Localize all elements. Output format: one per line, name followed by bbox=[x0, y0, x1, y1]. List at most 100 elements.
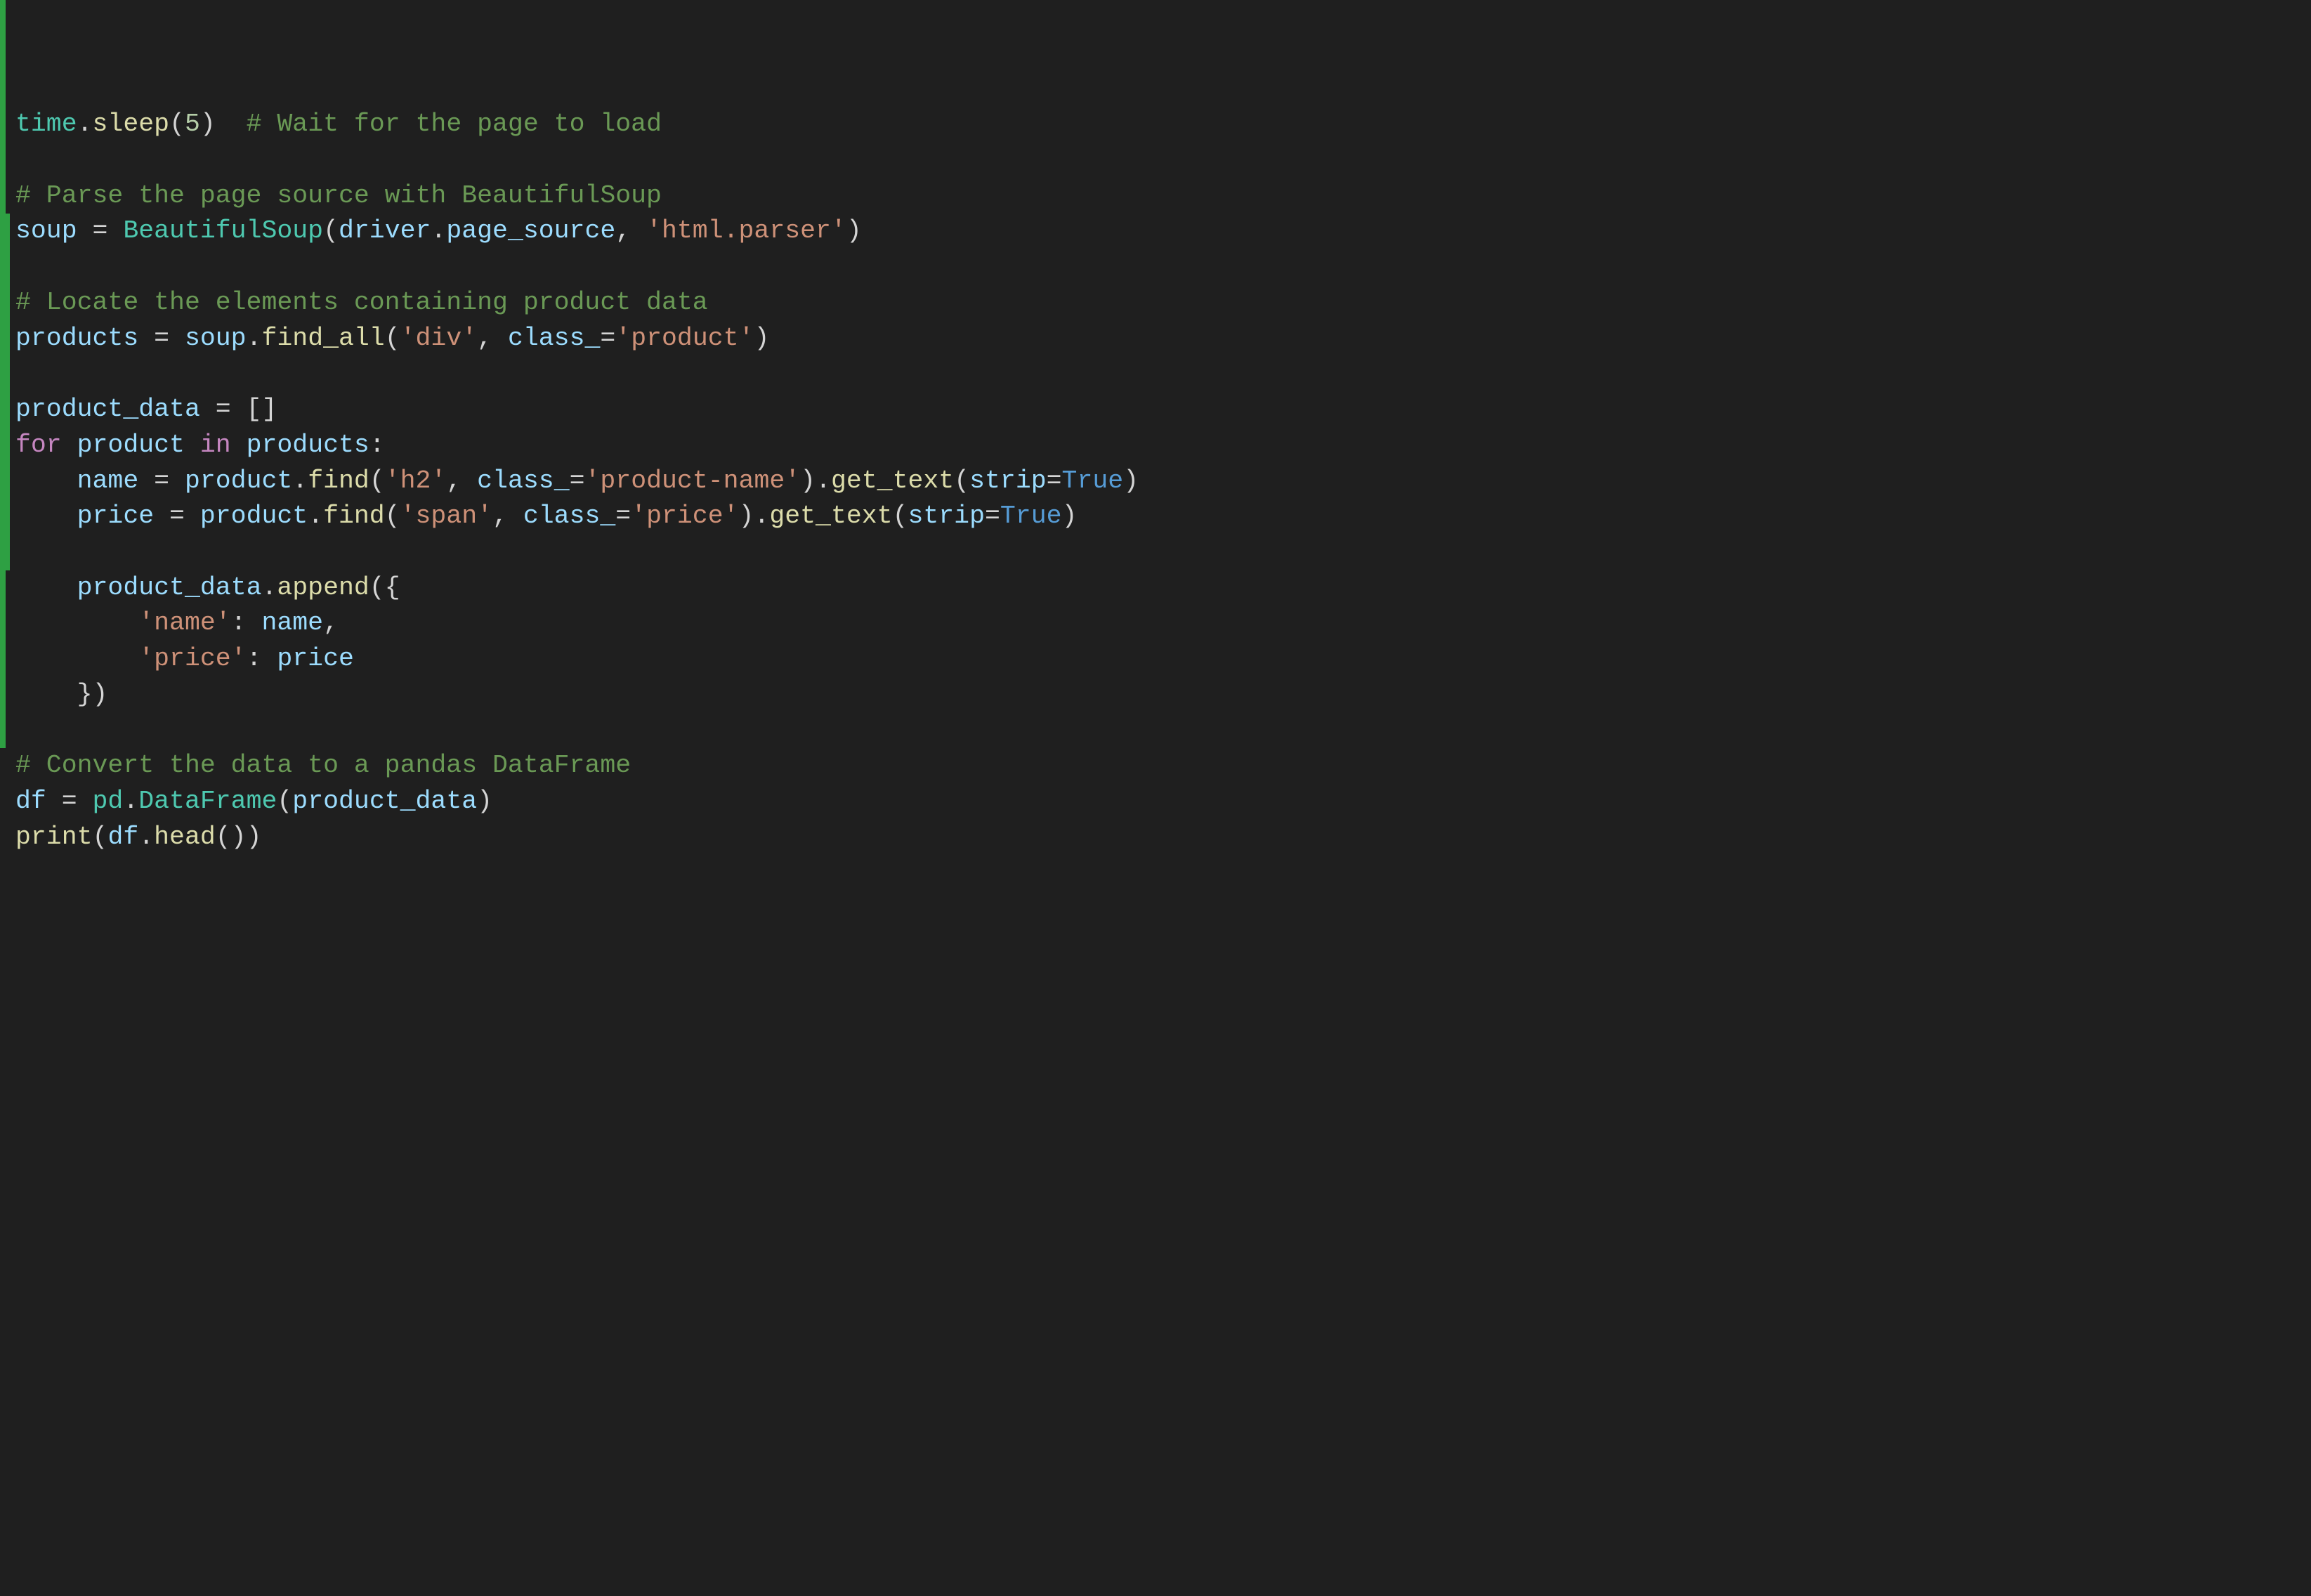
code-token: find_all bbox=[261, 324, 384, 353]
code-line[interactable]: name = product.find('h2', class_='produc… bbox=[15, 464, 2311, 499]
code-token: : bbox=[231, 608, 262, 637]
code-token: ) bbox=[1123, 466, 1139, 495]
code-token bbox=[15, 608, 138, 637]
code-line[interactable]: 'name': name, bbox=[15, 606, 2311, 641]
code-token: ) bbox=[754, 324, 769, 353]
code-line[interactable] bbox=[15, 713, 2311, 749]
code-line[interactable] bbox=[15, 249, 2311, 285]
code-token: True bbox=[1062, 466, 1124, 495]
code-line[interactable]: price = product.find('span', class_='pri… bbox=[15, 499, 2311, 535]
code-token: = bbox=[62, 787, 93, 816]
code-line[interactable]: }) bbox=[15, 677, 2311, 713]
code-line[interactable]: product_data.append({ bbox=[15, 570, 2311, 606]
code-token: . bbox=[308, 502, 323, 530]
code-token: products bbox=[247, 431, 369, 459]
diff-added-marker bbox=[0, 0, 6, 214]
code-token: ( bbox=[385, 324, 400, 353]
code-token: df bbox=[15, 787, 62, 816]
code-token: = bbox=[169, 502, 200, 530]
code-token: product_data bbox=[77, 573, 262, 602]
code-line[interactable]: # Parse the page source with BeautifulSo… bbox=[15, 178, 2311, 214]
code-token: class_ bbox=[477, 466, 569, 495]
code-token: ). bbox=[739, 502, 770, 530]
code-token: 'div' bbox=[400, 324, 478, 353]
code-token: ) bbox=[477, 787, 492, 816]
code-token: product bbox=[200, 502, 308, 530]
code-token: . bbox=[292, 466, 308, 495]
code-token: ( bbox=[169, 110, 185, 138]
code-token: pd bbox=[93, 787, 124, 816]
code-token: . bbox=[261, 573, 277, 602]
code-token bbox=[15, 466, 77, 495]
code-token: print bbox=[15, 823, 93, 851]
code-token: soup bbox=[185, 324, 247, 353]
code-token bbox=[15, 573, 77, 602]
code-token: 'span' bbox=[400, 502, 492, 530]
code-token: : bbox=[369, 431, 385, 459]
code-token: sleep bbox=[93, 110, 170, 138]
code-token: ( bbox=[277, 787, 292, 816]
code-token: 'product-name' bbox=[585, 466, 801, 495]
code-token: products bbox=[15, 324, 154, 353]
code-token: DataFrame bbox=[138, 787, 277, 816]
diff-gutter bbox=[0, 0, 10, 891]
code-token bbox=[15, 644, 138, 673]
code-token: . bbox=[123, 787, 138, 816]
code-token: = bbox=[93, 216, 124, 245]
code-token: name bbox=[261, 608, 323, 637]
code-area[interactable]: time.sleep(5) # Wait for the page to loa… bbox=[0, 107, 2311, 855]
code-token: = bbox=[570, 466, 585, 495]
code-token: , bbox=[615, 216, 646, 245]
code-token: get_text bbox=[831, 466, 954, 495]
code-token: }) bbox=[15, 680, 107, 709]
code-line[interactable] bbox=[15, 356, 2311, 392]
code-token: class_ bbox=[523, 502, 615, 530]
code-line[interactable]: df = pd.DataFrame(product_data) bbox=[15, 784, 2311, 820]
code-line[interactable]: time.sleep(5) # Wait for the page to loa… bbox=[15, 107, 2311, 143]
code-token: # Convert the data to a pandas DataFrame bbox=[15, 751, 631, 780]
code-token: . bbox=[138, 823, 154, 851]
code-line[interactable]: product_data = [] bbox=[15, 392, 2311, 428]
code-token: ) bbox=[846, 216, 862, 245]
code-line[interactable]: # Convert the data to a pandas DataFrame bbox=[15, 748, 2311, 784]
code-token: True bbox=[1000, 502, 1062, 530]
code-line[interactable]: products = soup.find_all('div', class_='… bbox=[15, 321, 2311, 357]
diff-added-marker bbox=[0, 570, 6, 749]
code-token: = [] bbox=[216, 395, 277, 424]
code-token: ). bbox=[800, 466, 831, 495]
code-token: ( bbox=[893, 502, 908, 530]
code-token: = bbox=[985, 502, 1000, 530]
code-token: class_ bbox=[508, 324, 600, 353]
code-token: ( bbox=[385, 502, 400, 530]
code-token: 'price' bbox=[631, 502, 738, 530]
code-token: strip bbox=[908, 502, 985, 530]
code-token: in bbox=[200, 431, 247, 459]
code-token: = bbox=[600, 324, 615, 353]
code-token: # Wait for the page to load bbox=[247, 110, 662, 138]
code-token: product bbox=[185, 466, 292, 495]
code-editor[interactable]: time.sleep(5) # Wait for the page to loa… bbox=[0, 0, 2311, 891]
code-token: ) bbox=[1062, 502, 1078, 530]
code-line[interactable]: for product in products: bbox=[15, 428, 2311, 464]
code-token: 'html.parser' bbox=[646, 216, 846, 245]
code-line[interactable] bbox=[15, 535, 2311, 570]
code-line[interactable] bbox=[15, 143, 2311, 178]
code-line[interactable]: print(df.head()) bbox=[15, 820, 2311, 856]
code-token: 5 bbox=[185, 110, 200, 138]
code-line[interactable]: soup = BeautifulSoup(driver.page_source,… bbox=[15, 214, 2311, 249]
code-token: product_data bbox=[15, 395, 216, 424]
code-token: head bbox=[154, 823, 216, 851]
code-token: df bbox=[107, 823, 138, 851]
code-token: . bbox=[431, 216, 446, 245]
code-token: page_source bbox=[446, 216, 615, 245]
code-token: . bbox=[77, 110, 93, 138]
code-line[interactable]: 'price': price bbox=[15, 641, 2311, 677]
code-token: strip bbox=[969, 466, 1047, 495]
code-token: . bbox=[247, 324, 262, 353]
code-line[interactable]: # Locate the elements containing product… bbox=[15, 285, 2311, 321]
diff-added-marker bbox=[0, 214, 10, 570]
code-token: find bbox=[308, 466, 369, 495]
code-token: ( bbox=[93, 823, 108, 851]
code-token: name bbox=[77, 466, 155, 495]
code-token: # Locate the elements containing product… bbox=[15, 288, 708, 317]
